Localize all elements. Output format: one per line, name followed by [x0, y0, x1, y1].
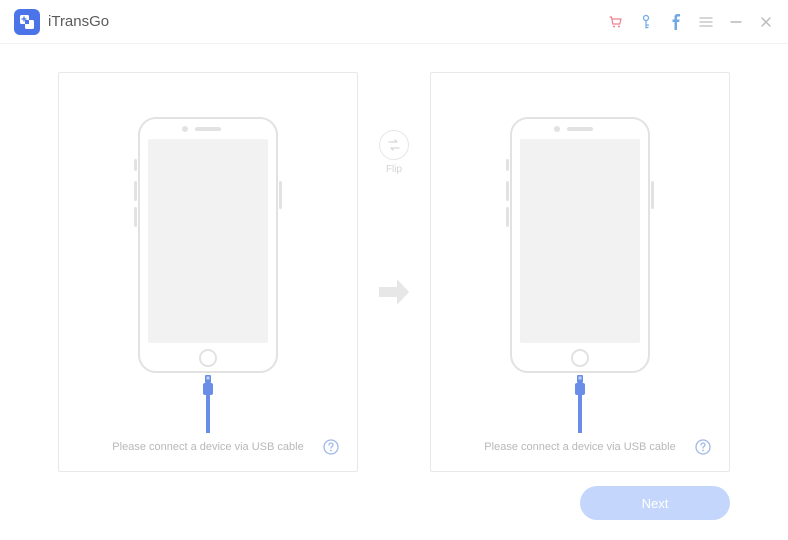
source-status-row: Please connect a device via USB cable: [59, 441, 357, 453]
phone-illustration: [138, 117, 278, 373]
transfer-arrow-icon: [379, 279, 409, 309]
help-icon[interactable]: [695, 439, 711, 455]
source-device-panel: Please connect a device via USB cable: [58, 72, 358, 472]
source-status-text: Please connect a device via USB cable: [112, 441, 303, 453]
cart-icon[interactable]: [608, 14, 624, 30]
facebook-icon[interactable]: [668, 14, 684, 30]
app-logo-icon: [14, 9, 40, 35]
key-icon[interactable]: [638, 14, 654, 30]
usb-cable-icon: [569, 375, 591, 433]
main-content: Please connect a device via USB cable P: [0, 44, 788, 504]
usb-cable-icon: [197, 375, 219, 433]
flip-label: Flip: [386, 164, 402, 175]
app-title: iTransGo: [48, 13, 109, 30]
help-icon[interactable]: [323, 439, 339, 455]
minimize-button[interactable]: [728, 14, 744, 30]
target-device-panel: Please connect a device via USB cable: [430, 72, 730, 472]
target-status-row: Please connect a device via USB cable: [431, 441, 729, 453]
window-controls: [608, 14, 774, 30]
title-bar: iTransGo: [0, 0, 788, 44]
next-button-label: Next: [642, 496, 669, 511]
next-button[interactable]: Next: [580, 486, 730, 520]
flip-button[interactable]: Flip: [379, 130, 409, 175]
target-status-text: Please connect a device via USB cable: [484, 441, 675, 453]
flip-icon: [379, 130, 409, 160]
brand: iTransGo: [14, 9, 109, 35]
phone-illustration: [510, 117, 650, 373]
close-button[interactable]: [758, 14, 774, 30]
menu-icon[interactable]: [698, 14, 714, 30]
